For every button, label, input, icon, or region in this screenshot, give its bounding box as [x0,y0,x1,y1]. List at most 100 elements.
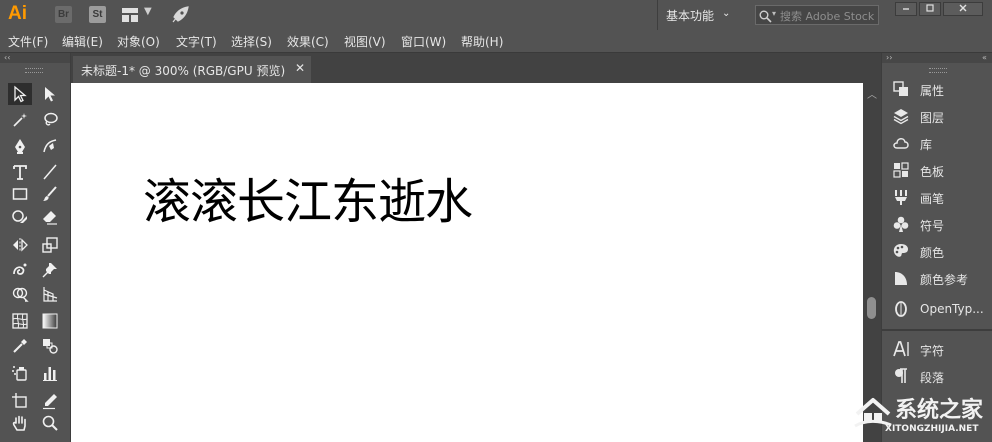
panel-item-libraries[interactable]: 库 [882,130,992,157]
selection-tool-icon[interactable] [8,83,32,105]
rectangle-tool-icon[interactable] [8,183,32,205]
gradient-tool-icon[interactable] [38,310,62,332]
panel-item-color-guide[interactable]: 颜色参考 [882,265,992,292]
curvature-tool-icon[interactable] [38,135,62,157]
stock-search-input[interactable]: ▾ 搜索 Adobe Stock [755,5,879,25]
direct-selection-tool-icon[interactable] [38,83,62,105]
right-panel-dock: ›› « 属性 图层 库 色板 画笔 符号 颜色 颜色参考 OpenTyp... [881,53,992,442]
artboard-tool-icon[interactable] [8,390,32,412]
panel-item-label: 属性 [920,84,945,98]
hand-tool-icon[interactable] [8,412,32,434]
menu-object[interactable]: 对象(O) [117,33,160,50]
search-icon [759,8,772,27]
paintbrush-tool-icon[interactable] [38,183,62,205]
swatches-icon [893,162,909,178]
chevron-up-icon[interactable]: ︿ [867,86,877,101]
workspace-label[interactable]: 基本功能 [666,7,714,24]
app-logo: Ai [8,3,27,24]
color-palette-icon [893,244,908,257]
symbol-sprayer-tool-icon[interactable] [8,362,32,384]
bridge-button[interactable]: Br [55,6,72,23]
site-watermark: 系统之家 XITONGZHIJIA.NET [853,386,992,442]
panel-item-properties[interactable]: 属性 [882,76,992,103]
panel-item-label: 画笔 [920,192,945,206]
panel-item-brushes[interactable]: 画笔 [882,184,992,211]
panel-item-label: 符号 [920,219,945,233]
panel-item-label: 字符 [920,344,945,358]
menu-select[interactable]: 选择(S) [231,33,272,50]
arrange-documents-icon[interactable] [122,7,138,22]
lasso-tool-icon[interactable] [38,109,62,131]
stock-button[interactable]: St [89,6,106,23]
zoom-tool-icon[interactable] [38,412,62,434]
document-tab-title[interactable]: 未标题-1* @ 300% (RGB/GPU 预览) [81,62,285,79]
scale-tool-icon[interactable] [38,234,62,256]
properties-icon [893,81,908,96]
reflect-tool-icon[interactable] [8,234,32,256]
panel-item-character[interactable]: 字符 [882,336,992,363]
puppet-warp-tool-icon[interactable] [8,259,32,281]
type-tool-icon[interactable] [8,161,32,183]
menu-edit[interactable]: 编辑(E) [62,33,103,50]
chevron-down-icon: ▾ [772,9,777,18]
layers-icon [893,109,909,125]
panel-item-color[interactable]: 颜色 [882,238,992,265]
panel-item-swatches[interactable]: 色板 [882,157,992,184]
artboard-canvas[interactable] [71,83,863,442]
collapse-icon[interactable]: ›› [886,53,892,63]
panel-item-symbols[interactable]: 符号 [882,211,992,238]
minimize-button[interactable] [895,2,917,16]
menu-type[interactable]: 文字(T) [176,33,217,50]
shaper-tool-icon[interactable] [8,206,32,228]
panel-item-label: 图层 [920,111,945,125]
watermark-url: XITONGZHIJIA.NET [885,424,979,434]
document-tab[interactable]: 未标题-1* @ 300% (RGB/GPU 预览) ✕ [73,56,311,83]
panel-item-label: OpenTyp... [920,302,984,316]
app-bar: Ai Br St ▼ 基本功能 ⌄ ▾ 搜索 Adobe Stock [0,0,992,30]
menu-view[interactable]: 视图(V) [344,33,386,50]
panel-item-opentype[interactable]: OpenTyp... [882,296,992,323]
gpu-performance-icon[interactable] [170,5,190,29]
panel-item-layers[interactable]: 图层 [882,103,992,130]
chevron-down-icon[interactable]: ▼ [144,6,152,17]
scrollbar-thumb[interactable] [867,297,876,319]
mesh-tool-icon[interactable] [8,310,32,332]
line-segment-tool-icon[interactable] [38,161,62,183]
perspective-grid-tool-icon[interactable] [38,283,62,305]
menu-file[interactable]: 文件(F) [8,33,48,50]
color-guide-icon [895,272,907,285]
pen-tool-icon[interactable] [8,135,32,157]
close-icon[interactable]: ✕ [295,61,305,75]
maximize-button[interactable] [919,2,941,16]
panel-grip[interactable] [929,68,947,73]
puppet-pin-icon[interactable] [38,259,62,281]
menu-window[interactable]: 窗口(W) [401,33,446,50]
expand-icon[interactable]: « [982,53,987,63]
tools-panel: ‹‹ [0,53,71,442]
search-placeholder: 搜索 Adobe Stock [780,10,875,23]
panel-item-label: 颜色 [920,246,945,260]
eraser-tool-icon[interactable] [38,206,62,228]
slice-tool-icon[interactable] [38,390,62,412]
eyedropper-tool-icon[interactable] [8,335,32,357]
column-graph-tool-icon[interactable] [38,362,62,384]
magic-wand-tool-icon[interactable] [8,109,32,131]
menu-bar: 文件(F) 编辑(E) 对象(O) 文字(T) 选择(S) 效果(C) 视图(V… [0,30,992,53]
opentype-icon [895,301,907,317]
panel-item-label: 库 [920,138,933,152]
paragraph-icon [895,368,907,383]
shape-builder-tool-icon[interactable] [8,283,32,305]
symbols-icon [893,216,909,232]
menu-help[interactable]: 帮助(H) [461,33,503,50]
blend-tool-icon[interactable] [38,335,62,357]
canvas-text-object[interactable]: 滚滚长江东逝水 [143,162,473,232]
menu-effect[interactable]: 效果(C) [287,33,329,50]
panel-item-label: 色板 [920,165,945,179]
tools-collapse-button[interactable]: ‹‹ [0,53,70,63]
panel-grip[interactable] [25,68,43,73]
close-button[interactable] [943,2,983,16]
watermark-title: 系统之家 [895,398,984,423]
panel-divider [882,329,992,331]
chevron-down-icon[interactable]: ⌄ [722,8,730,19]
right-panel-header[interactable]: ›› « [882,53,992,63]
